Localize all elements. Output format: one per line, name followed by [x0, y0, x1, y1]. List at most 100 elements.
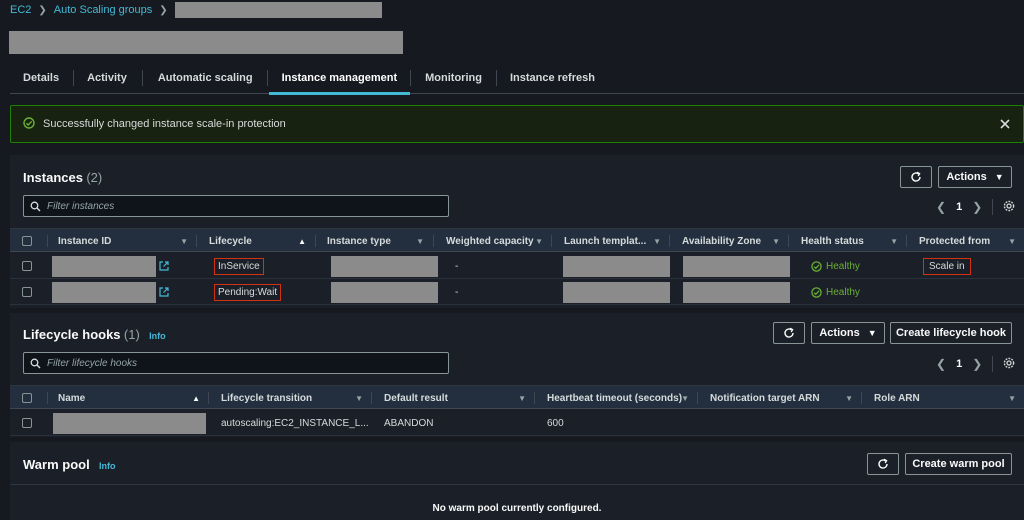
- refresh-icon: [911, 171, 921, 182]
- lifecycle-hooks-info-link[interactable]: Info: [149, 331, 166, 341]
- tab-monitoring[interactable]: Monitoring: [425, 62, 482, 94]
- filter-instances-box: [23, 195, 449, 217]
- success-check-icon: [23, 116, 35, 132]
- instance-id-link[interactable]: [52, 253, 169, 279]
- launch-template-value: [563, 279, 670, 305]
- instance-type-value: [331, 253, 438, 279]
- create-lifecycle-hook-button[interactable]: Create lifecycle hook: [890, 322, 1012, 344]
- col-launch-template[interactable]: Launch templat... ▼: [564, 229, 669, 253]
- select-all-checkbox[interactable]: [22, 229, 32, 253]
- breadcrumb-ec2-link[interactable]: EC2: [10, 4, 31, 16]
- protected-from-value: Scale in: [923, 253, 971, 279]
- hook-name-value: [53, 410, 206, 436]
- instances-pagination: ❮ 1 ❯: [936, 199, 1015, 215]
- settings-gear-icon[interactable]: [1003, 357, 1015, 372]
- redacted-instance-id: [52, 255, 156, 277]
- instances-title: Instances (2): [23, 170, 103, 185]
- instance-id-link[interactable]: [52, 279, 169, 305]
- launch-template-value: [563, 253, 670, 279]
- chevron-right-icon: ❯: [38, 4, 47, 16]
- caret-down-icon: ▼: [867, 328, 877, 338]
- refresh-hooks-button[interactable]: [773, 322, 805, 344]
- create-warm-pool-button[interactable]: Create warm pool: [905, 453, 1012, 475]
- col-weighted-capacity[interactable]: Weighted capacity ▼: [446, 229, 551, 253]
- redacted-group-name: [174, 2, 382, 18]
- breadcrumb: EC2 ❯ Auto Scaling groups ❯: [10, 2, 382, 18]
- weighted-capacity-value: -: [455, 260, 459, 272]
- col-default-result[interactable]: Default result ▼: [384, 386, 534, 410]
- refresh-icon: [878, 458, 888, 469]
- redacted-instance-id: [52, 281, 156, 303]
- col-availability-zone[interactable]: Availability Zone ▼: [682, 229, 788, 253]
- col-lifecycle-transition[interactable]: Lifecycle transition ▼: [221, 386, 371, 410]
- col-health-status[interactable]: Health status ▼: [801, 229, 906, 253]
- lifecycle-value: InService: [214, 253, 264, 279]
- instances-actions-button[interactable]: Actions ▼: [938, 166, 1012, 188]
- tab-details[interactable]: Details: [23, 62, 59, 94]
- col-role-arn[interactable]: Role ARN ▼: [874, 386, 1024, 410]
- instance-type-value: [331, 279, 438, 305]
- breadcrumb-asg-link[interactable]: Auto Scaling groups: [54, 4, 152, 16]
- tab-bar: Details Activity Automatic scaling Insta…: [10, 62, 1024, 95]
- page-number[interactable]: 1: [956, 201, 962, 213]
- flash-text: Successfully changed instance scale-in p…: [43, 118, 286, 130]
- instances-panel: Instances (2) Actions ▼ ❮ 1 ❯ Instance I…: [10, 155, 1024, 308]
- table-row: autoscaling:EC2_INSTANCE_L... ABANDON 60…: [10, 410, 1024, 436]
- warm-pool-panel: Warm pool Info Create warm pool No warm …: [10, 442, 1024, 520]
- col-name[interactable]: Name ▲: [58, 386, 208, 410]
- refresh-warm-pool-button[interactable]: [867, 453, 899, 475]
- settings-gear-icon[interactable]: [1003, 200, 1015, 215]
- tab-activity[interactable]: Activity: [87, 62, 127, 94]
- col-instance-id[interactable]: Instance ID ▼: [58, 229, 196, 253]
- tab-instance-refresh[interactable]: Instance refresh: [510, 62, 595, 94]
- default-result-value: ABANDON: [384, 417, 434, 429]
- close-icon[interactable]: [999, 118, 1011, 133]
- hooks-table-header: Name ▲ Lifecycle transition ▼ Default resu…: [10, 385, 1024, 409]
- col-heartbeat-timeout[interactable]: Heartbeat timeout (seconds) ▼: [547, 386, 697, 410]
- filter-hooks-input[interactable]: [47, 357, 427, 369]
- caret-down-icon: ▼: [994, 172, 1004, 182]
- prev-page-icon[interactable]: ❮: [936, 200, 946, 214]
- warm-pool-info-link[interactable]: Info: [99, 461, 116, 471]
- refresh-instances-button[interactable]: [900, 166, 932, 188]
- chevron-right-icon: ❯: [159, 4, 168, 16]
- filter-instances-input[interactable]: [47, 200, 427, 212]
- next-page-icon[interactable]: ❯: [972, 357, 982, 371]
- col-protected-from[interactable]: Protected from ▼: [919, 229, 1024, 253]
- tab-instance-management[interactable]: Instance management: [268, 62, 411, 95]
- refresh-icon: [784, 327, 794, 338]
- col-notification-target-arn[interactable]: Notification target ARN ▼: [710, 386, 861, 410]
- hooks-pagination: ❮ 1 ❯: [936, 356, 1015, 372]
- row-checkbox[interactable]: [22, 279, 32, 305]
- lifecycle-value: Pending:Wait: [214, 279, 282, 305]
- health-status-value: Healthy: [811, 253, 860, 279]
- col-lifecycle[interactable]: Lifecycle ▲: [209, 229, 314, 253]
- external-link-icon: [159, 261, 169, 271]
- availability-zone-value: [683, 253, 790, 279]
- prev-page-icon[interactable]: ❮: [936, 357, 946, 371]
- search-icon: [30, 358, 41, 368]
- filter-hooks-box: [23, 352, 449, 374]
- row-checkbox[interactable]: [22, 410, 32, 436]
- hooks-actions-button[interactable]: Actions ▼: [811, 322, 885, 344]
- healthy-check-icon: [811, 260, 822, 272]
- external-link-icon: [159, 287, 169, 297]
- health-status-value: Healthy: [811, 279, 860, 305]
- next-page-icon[interactable]: ❯: [972, 200, 982, 214]
- lifecycle-hooks-title: Lifecycle hooks (1) Info: [23, 327, 166, 342]
- select-all-checkbox[interactable]: [22, 386, 32, 410]
- row-checkbox[interactable]: [22, 253, 32, 279]
- warm-pool-empty-message: No warm pool currently configured.: [432, 503, 602, 514]
- tab-automatic-scaling[interactable]: Automatic scaling: [158, 62, 253, 94]
- page-number[interactable]: 1: [956, 358, 962, 370]
- instances-table-header: Instance ID ▼ Lifecycle ▲ Instance type ▼ W…: [10, 228, 1024, 252]
- table-row: InService - Healthy Scale in: [10, 253, 1024, 279]
- weighted-capacity-value: -: [455, 286, 459, 298]
- col-instance-type[interactable]: Instance type ▼: [327, 229, 432, 253]
- healthy-check-icon: [811, 286, 822, 298]
- search-icon: [30, 201, 41, 211]
- page-title-redacted: [9, 31, 403, 54]
- table-row: Pending:Wait - Healthy: [10, 279, 1024, 305]
- success-flash-message: Successfully changed instance scale-in p…: [10, 105, 1024, 143]
- warm-pool-title: Warm pool Info: [23, 457, 116, 472]
